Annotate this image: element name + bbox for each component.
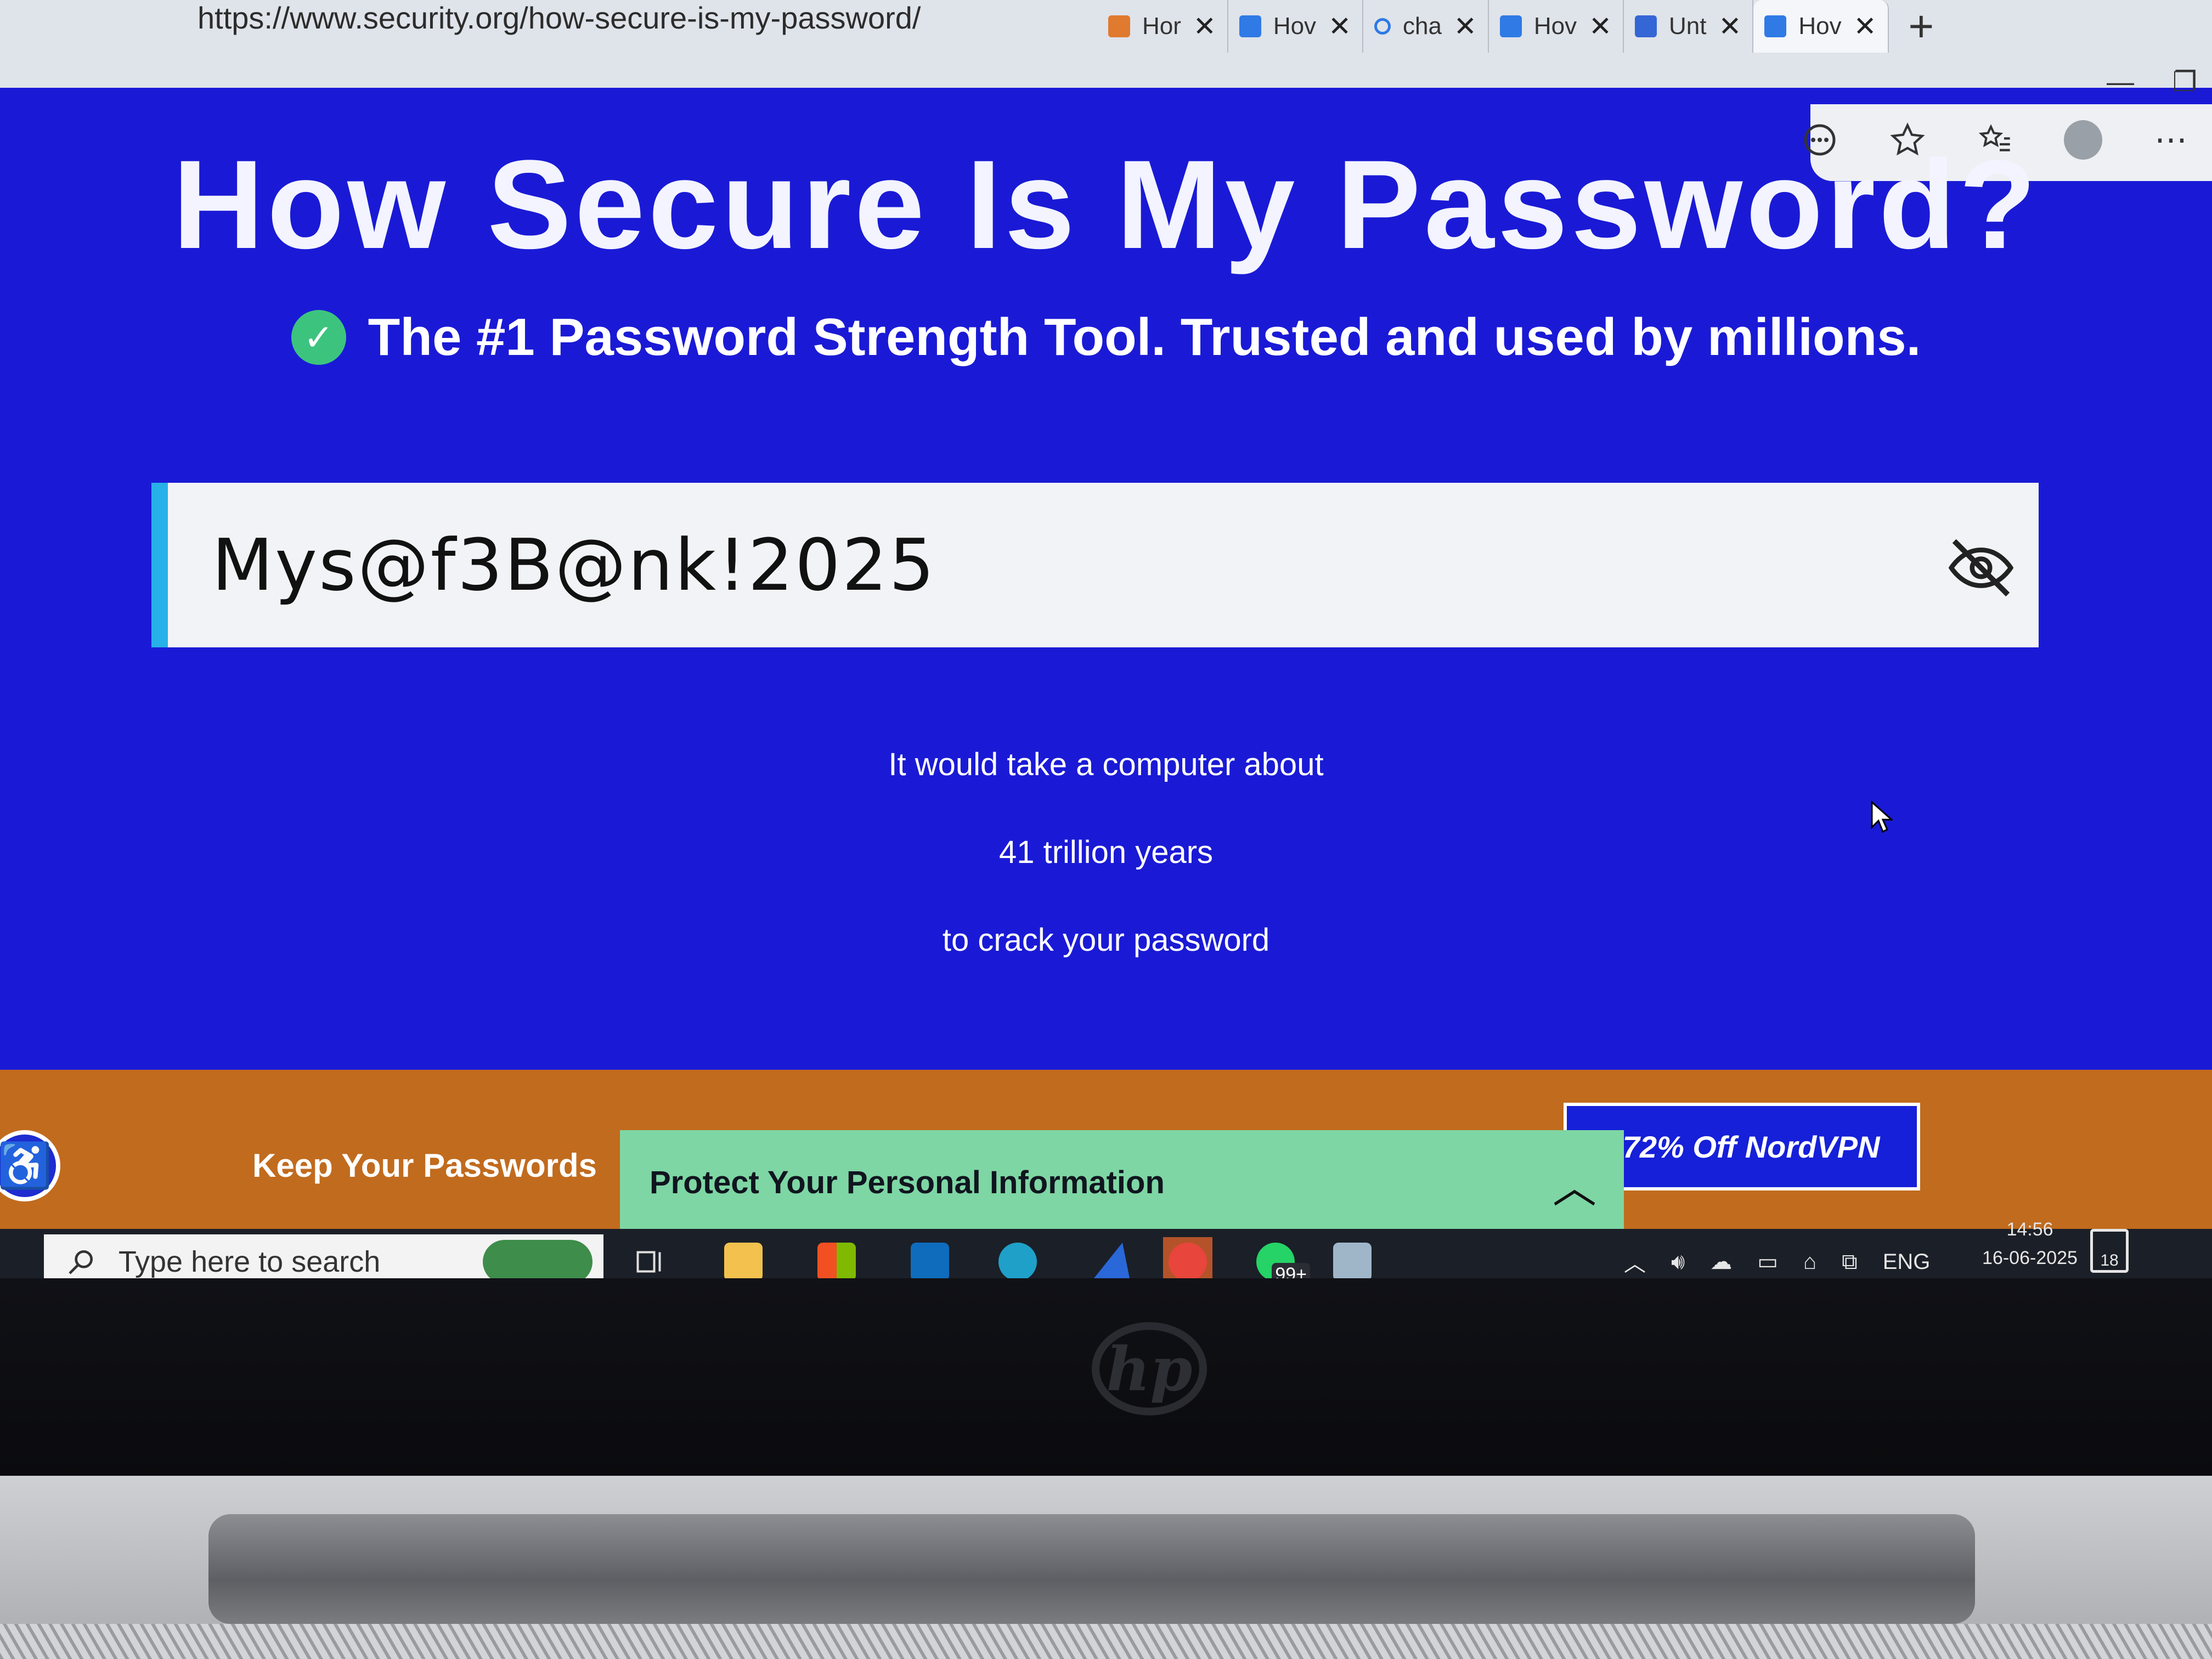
crack-time-value: 41 trillion years <box>998 834 1214 870</box>
meet-now-icon[interactable]: ⌂ <box>1803 1250 1816 1274</box>
clock-time: 14:56 <box>2006 1219 2053 1240</box>
doc-icon <box>1634 15 1657 37</box>
page-subtitle: ✓ The #1 Password Strength Tool. Trusted… <box>0 307 2212 368</box>
result-line-intro: It would take a computer about <box>888 747 1324 782</box>
speaker-grille <box>0 1624 2212 1659</box>
language-indicator[interactable]: ENG <box>1883 1250 1931 1274</box>
chevron-up-icon[interactable]: ︿ <box>1553 1152 1596 1216</box>
close-tab-icon[interactable]: ✕ <box>1854 10 1877 42</box>
browser-tabstrip: https://www.security.org/how-secure-is-m… <box>0 0 2212 97</box>
minimize-icon[interactable]: — <box>2107 66 2134 98</box>
password-input[interactable] <box>212 505 1858 625</box>
tab-label: Hor <box>1142 13 1181 40</box>
subtitle-text: The #1 Password Strength Tool. Trusted a… <box>368 308 1921 366</box>
hp-logo-icon: hp <box>1092 1322 1207 1415</box>
network-error-icon[interactable]: ☁︎ <box>1710 1249 1732 1274</box>
browser-window: https://www.security.org/how-secure-is-m… <box>0 0 2212 1229</box>
keep-passwords-text: Keep Your Passwords <box>252 1147 597 1184</box>
laptop-hinge <box>208 1514 1975 1624</box>
search-icon <box>69 1250 93 1274</box>
search-highlight-image <box>483 1240 592 1284</box>
new-tab-button[interactable]: + <box>1889 0 1954 60</box>
volume-icon[interactable]: 🔊︎ <box>1671 1250 1685 1274</box>
security-org-favicon-icon <box>1499 15 1522 37</box>
search-icon <box>1374 18 1391 35</box>
accessibility-icon[interactable]: ♿ <box>0 1130 60 1201</box>
security-org-favicon-icon <box>1239 15 1261 37</box>
close-tab-icon[interactable]: ✕ <box>1193 10 1216 42</box>
chevron-up-icon[interactable]: ︿ <box>1624 1246 1646 1278</box>
address-bar-url[interactable]: https://www.security.org/how-secure-is-m… <box>198 0 921 36</box>
tab-label: Hov <box>1273 13 1317 40</box>
restore-icon[interactable]: ❐ <box>2172 66 2197 98</box>
tab-favicon-icon <box>1108 15 1130 37</box>
laptop-screen: https://www.security.org/how-secure-is-m… <box>0 0 2212 1289</box>
clock-date: 16-06-2025 <box>1982 1248 2078 1268</box>
close-tab-icon[interactable]: ✕ <box>1718 10 1741 42</box>
browser-tab[interactable]: Hov ✕ <box>1489 0 1624 53</box>
display-icon[interactable]: ⧉ <box>1842 1250 1858 1274</box>
verified-check-icon: ✓ <box>291 310 346 365</box>
tab-list: Hor ✕ Hov ✕ cha ✕ Hov ✕ Unt ✕ Hov ✕ + <box>1097 0 1954 60</box>
close-tab-icon[interactable]: ✕ <box>1454 10 1477 42</box>
page-title: How Secure Is My Password? <box>172 134 2040 275</box>
taskbar-clock[interactable]: 14:56 16-06-2025 <box>1964 1215 2096 1272</box>
notification-count: 18 <box>2100 1251 2119 1269</box>
battery-icon[interactable]: ▭ <box>1757 1249 1778 1274</box>
notification-center-icon[interactable]: 18 <box>2090 1229 2129 1273</box>
browser-tab[interactable]: Unt ✕ <box>1624 0 1754 53</box>
protect-info-panel[interactable]: Protect Your Personal Information ︿ <box>620 1130 1624 1229</box>
tab-label: cha <box>1402 13 1442 40</box>
browser-tab[interactable]: Hov ✕ <box>1228 0 1363 53</box>
hide-password-eye-slash-icon[interactable] <box>1945 532 2017 603</box>
password-field-container <box>151 483 2039 647</box>
mouse-pointer-icon <box>1871 801 1893 833</box>
tab-label: Hov <box>1798 13 1842 40</box>
browser-tab-active[interactable]: Hov ✕ <box>1753 0 1889 53</box>
security-org-favicon-icon <box>1764 15 1787 37</box>
close-tab-icon[interactable]: ✕ <box>1328 10 1351 42</box>
tab-label: Unt <box>1668 13 1707 40</box>
protect-panel-title: Protect Your Personal Information <box>650 1164 1165 1200</box>
result-line-outro: to crack your password <box>942 922 1270 958</box>
tab-label: Hov <box>1533 13 1577 40</box>
browser-tab[interactable]: Hor ✕ <box>1097 0 1228 53</box>
close-tab-icon[interactable]: ✕ <box>1589 10 1612 42</box>
browser-tab[interactable]: cha ✕ <box>1363 0 1489 53</box>
search-placeholder: Type here to search <box>119 1245 381 1278</box>
